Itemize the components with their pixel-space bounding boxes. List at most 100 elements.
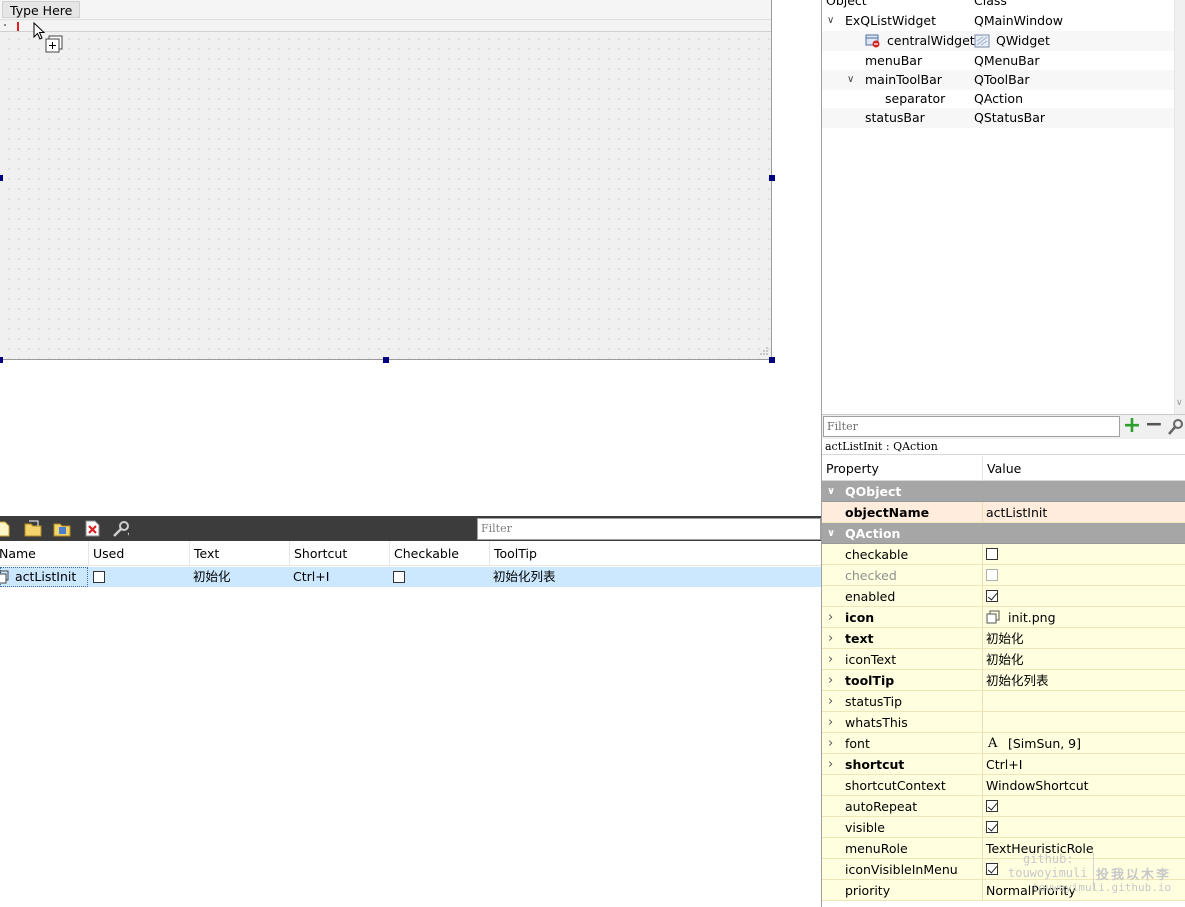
chevron-down-icon[interactable]: ∨ [827, 481, 835, 502]
tree-item-separator[interactable]: separator QAction [822, 89, 1174, 109]
prop-value[interactable]: Ctrl+I [986, 754, 1022, 775]
prop-value[interactable]: 初始化 [986, 649, 1024, 670]
prop-text[interactable]: › text 初始化 [822, 628, 1185, 649]
col-used[interactable]: Used [89, 541, 190, 566]
visible-checkbox[interactable] [986, 821, 998, 833]
iconvisibleinmenu-checkbox[interactable] [986, 863, 998, 875]
chevron-down-icon[interactable]: ∨ [847, 70, 854, 90]
toolbar-handle [4, 24, 6, 26]
action-filter-input[interactable]: Filter [477, 518, 821, 540]
property-editor-object-label: actListInit : QAction [822, 439, 1185, 455]
oi-vertical-scrollbar[interactable]: ∨ [1174, 0, 1185, 414]
copy-action-icon[interactable] [24, 520, 42, 537]
add-dynamic-property-icon[interactable]: + [1122, 415, 1142, 437]
checkable-checkbox[interactable] [986, 548, 998, 560]
prop-tooltip[interactable]: › toolTip 初始化列表 [822, 670, 1185, 691]
property-table-header: Property Value [822, 456, 1185, 481]
tree-item-statusbar[interactable]: statusBar QStatusBar [822, 108, 1174, 128]
new-action-icon[interactable] [0, 520, 12, 537]
cell-text: 初始化 [193, 569, 231, 584]
cell-name: actListInit [15, 569, 77, 584]
enabled-checkbox[interactable] [986, 590, 998, 602]
size-grip-icon[interactable] [759, 346, 769, 356]
prop-autorepeat[interactable]: autoRepeat [822, 796, 1185, 817]
font-icon: A [988, 736, 998, 751]
watermark-url: touwoyimuli.github.io [1032, 881, 1172, 894]
prop-value[interactable]: [SimSun, 9] [1008, 733, 1081, 754]
prop-font[interactable]: › font A [SimSun, 9] [822, 733, 1185, 754]
layout-broken-icon [865, 34, 880, 48]
oi-header-class[interactable]: Class [974, 0, 1007, 8]
prop-statustip[interactable]: › statusTip [822, 691, 1185, 712]
chevron-down-icon[interactable]: ∨ [827, 523, 835, 544]
tree-item-exqlistwidget[interactable]: ∨ ExQListWidget QMainWindow [822, 11, 1174, 31]
col-value[interactable]: Value [983, 456, 1021, 481]
resize-handle-bottom-left[interactable] [0, 357, 3, 363]
prop-shortcut[interactable]: › shortcut Ctrl+I [822, 754, 1185, 775]
drag-cursor-icon [33, 22, 63, 53]
prop-objectname[interactable]: objectName actListInit [822, 502, 1185, 523]
watermark-github: github: touwoyimuli [1008, 852, 1088, 880]
prop-value[interactable]: 初始化列表 [986, 670, 1049, 691]
resize-handle-bottom-right[interactable] [769, 357, 775, 363]
action-icon [0, 570, 9, 584]
group-qobject[interactable]: ∨ QObject [822, 481, 1185, 502]
prop-value[interactable]: WindowShortcut [986, 775, 1089, 796]
cell-shortcut: Ctrl+I [293, 569, 330, 584]
prop-icon[interactable]: › icon init.png [822, 607, 1185, 628]
property-filter-input[interactable]: Filter [823, 416, 1120, 437]
group-qaction[interactable]: ∨ QAction [822, 523, 1185, 544]
prop-shortcutcontext[interactable]: shortcutContext WindowShortcut [822, 775, 1185, 796]
tree-item-menubar[interactable]: menuBar QMenuBar [822, 51, 1174, 71]
resize-handle-left[interactable] [0, 175, 3, 181]
oi-header-object[interactable]: Object [826, 0, 867, 8]
form-menubar[interactable]: Type Here [0, 0, 771, 20]
delete-action-icon[interactable] [83, 520, 101, 537]
cell-tooltip: 初始化列表 [493, 569, 556, 584]
col-name[interactable]: Name [0, 541, 89, 566]
chevron-right-icon[interactable]: › [828, 691, 833, 712]
tree-item-centralwidget[interactable]: centralWidget QWidget [822, 31, 1174, 51]
prop-value[interactable]: 初始化 [986, 628, 1024, 649]
cell-checkable-checkbox[interactable] [393, 571, 405, 583]
resize-handle-right[interactable] [769, 175, 775, 181]
chevron-right-icon[interactable]: › [828, 712, 833, 733]
chevron-right-icon[interactable]: › [828, 733, 833, 754]
chevron-right-icon[interactable]: › [828, 670, 833, 691]
prop-enabled[interactable]: enabled [822, 586, 1185, 607]
toolbar-insert-marker [17, 22, 19, 31]
prop-whatsthis[interactable]: › whatsThis [822, 712, 1185, 733]
col-checkable[interactable]: Checkable [390, 541, 490, 566]
prop-value[interactable]: actListInit [986, 502, 1047, 523]
resize-handle-bottom[interactable] [383, 357, 389, 363]
prop-checked[interactable]: checked [822, 565, 1185, 586]
menu-type-here[interactable]: Type Here [2, 1, 81, 18]
prop-value[interactable]: init.png [1008, 607, 1056, 628]
prop-icontext[interactable]: › iconText 初始化 [822, 649, 1185, 670]
col-tooltip[interactable]: ToolTip [490, 541, 821, 566]
remove-dynamic-property-icon[interactable]: − [1144, 414, 1164, 437]
prop-checkable[interactable]: checkable [822, 544, 1185, 565]
autorepeat-checkbox[interactable] [986, 800, 998, 812]
form-main-toolbar[interactable] [0, 21, 771, 32]
col-text[interactable]: Text [190, 541, 290, 566]
chevron-right-icon[interactable]: › [828, 754, 833, 775]
prop-visible[interactable]: visible [822, 817, 1185, 838]
col-shortcut[interactable]: Shortcut [290, 541, 390, 566]
configure-wrench-icon[interactable] [111, 520, 129, 537]
tree-item-maintoolbar[interactable]: ∨ mainToolBar QToolBar [822, 70, 1174, 90]
configure-wrench-icon[interactable] [1166, 417, 1185, 437]
table-row[interactable]: actListInit 初始化 Ctrl+I 初始化列表 [0, 567, 821, 587]
chevron-right-icon[interactable]: › [828, 628, 833, 649]
scroll-down-arrow-icon[interactable]: ∨ [1176, 398, 1183, 408]
cell-used-checkbox[interactable] [93, 571, 105, 583]
chevron-right-icon[interactable]: › [828, 607, 833, 628]
form-canvas[interactable]: Type Here [0, 0, 772, 360]
chevron-right-icon[interactable]: › [828, 649, 833, 670]
col-property[interactable]: Property [822, 456, 983, 481]
object-inspector: Object Class ∨ ExQListWidget QMainWindow… [822, 0, 1185, 414]
prop-menurole[interactable]: menuRole TextHeuristicRole [822, 838, 1185, 859]
paste-action-icon[interactable] [53, 520, 71, 537]
widget-class-icon [974, 34, 990, 48]
chevron-down-icon[interactable]: ∨ [827, 11, 834, 31]
